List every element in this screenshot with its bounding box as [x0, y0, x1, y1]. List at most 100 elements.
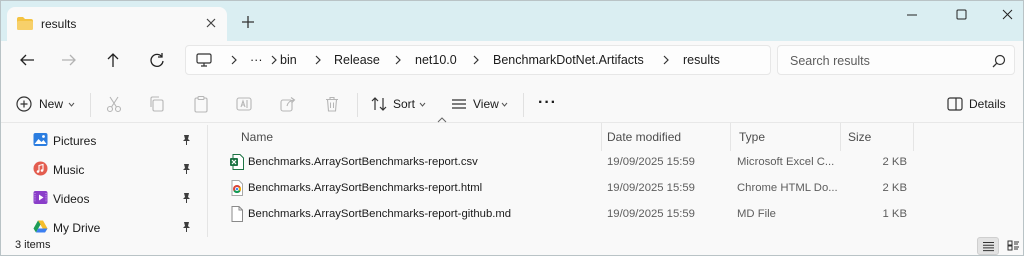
column-label: Name: [241, 130, 274, 144]
column-header-date[interactable]: Date modified: [599, 123, 731, 151]
view-lines-icon[interactable]: [450, 95, 468, 113]
share-icon[interactable]: [279, 95, 297, 113]
file-date: 19/09/2025 15:59: [607, 182, 695, 194]
sidebar-item-music[interactable]: Music: [1, 155, 201, 183]
delete-icon[interactable]: [323, 95, 341, 113]
text-file-icon: [231, 206, 243, 222]
divider: [523, 93, 524, 117]
details-view-icon: [983, 242, 994, 252]
videos-icon: [33, 191, 48, 204]
new-button[interactable]: New: [39, 97, 63, 111]
tab-results[interactable]: results: [7, 7, 227, 41]
file-date: 19/09/2025 15:59: [607, 156, 695, 168]
chevron-down-icon[interactable]: [501, 102, 508, 107]
breadcrumb-item[interactable]: Release: [334, 53, 380, 67]
column-header-type[interactable]: Type: [731, 123, 841, 151]
title-bar: results: [1, 1, 1024, 41]
file-name: Benchmarks.ArraySortBenchmarks-report.cs…: [248, 156, 478, 168]
chevron-down-icon[interactable]: [68, 102, 75, 107]
breadcrumb-item[interactable]: BenchmarkDotNet.Artifacts: [493, 53, 644, 67]
file-list: Name Date modified Type Size Benchmarks.…: [209, 117, 1023, 237]
computer-icon: [196, 53, 212, 67]
google-drive-icon: [33, 220, 48, 233]
sidebar-item-label: Pictures: [53, 134, 97, 148]
refresh-icon[interactable]: [145, 49, 169, 71]
item-count: 3 items: [15, 239, 51, 251]
chevron-right-icon[interactable]: [270, 54, 278, 66]
column-header-name[interactable]: Name: [233, 117, 602, 151]
breadcrumb-item-current[interactable]: results: [683, 53, 720, 67]
back-arrow-icon[interactable]: [15, 49, 39, 71]
address-bar[interactable]: ··· bin Release net10.0 BenchmarkDotNet.…: [185, 45, 771, 75]
new-tab-button[interactable]: [239, 13, 257, 31]
search-icon[interactable]: [992, 54, 1006, 68]
sidebar-item-label: Videos: [53, 192, 90, 206]
sort-icon[interactable]: [370, 95, 388, 113]
file-size: 1 KB: [882, 208, 908, 220]
music-icon: [33, 161, 48, 176]
cut-icon[interactable]: [105, 95, 123, 113]
maximize-button[interactable]: [939, 1, 985, 31]
breadcrumb-item[interactable]: net10.0: [415, 53, 457, 67]
column-label: Date modified: [607, 130, 682, 144]
chevron-right-icon[interactable]: [230, 54, 238, 66]
pictures-icon: [33, 133, 48, 146]
search-box[interactable]: [777, 45, 1015, 75]
chrome-file-icon: [231, 180, 243, 196]
file-name: Benchmarks.ArraySortBenchmarks-report-gi…: [248, 208, 512, 220]
file-size: 2 KB: [882, 156, 908, 168]
divider: [90, 93, 91, 117]
chevron-right-icon[interactable]: [662, 54, 670, 66]
file-row[interactable]: Benchmarks.ArraySortBenchmarks-report.cs…: [209, 150, 1023, 176]
pane-divider[interactable]: [207, 125, 208, 237]
status-bar: 3 items: [1, 237, 1023, 255]
file-row[interactable]: Benchmarks.ArraySortBenchmarks-report-gi…: [209, 202, 1023, 228]
breadcrumb-item[interactable]: bin: [280, 53, 297, 67]
pin-icon[interactable]: [181, 134, 192, 146]
file-name: Benchmarks.ArraySortBenchmarks-report.ht…: [248, 182, 483, 194]
pin-icon[interactable]: [181, 163, 192, 175]
pin-icon[interactable]: [181, 192, 192, 204]
paste-icon[interactable]: [192, 95, 210, 113]
copy-icon[interactable]: [148, 95, 166, 113]
command-bar: New Sort View ··· Details: [1, 85, 1023, 123]
pin-icon[interactable]: [181, 221, 192, 233]
chevron-right-icon[interactable]: [472, 54, 480, 66]
search-input[interactable]: [790, 52, 980, 70]
file-size: 2 KB: [882, 182, 908, 194]
minimize-button[interactable]: [889, 1, 935, 31]
column-header-size[interactable]: Size: [840, 123, 914, 151]
file-type: Chrome HTML Do...: [737, 182, 838, 194]
tab-title: results: [41, 17, 77, 31]
file-type: MD File: [737, 208, 776, 220]
breadcrumb-overflow[interactable]: ···: [250, 53, 263, 67]
sidebar-item-pictures[interactable]: Pictures: [1, 126, 201, 154]
view-button[interactable]: View: [473, 97, 499, 111]
divider: [357, 93, 358, 117]
file-explorer-window: results ··· bin Release net10.0 Benchmar…: [0, 0, 1024, 256]
more-options-button[interactable]: ···: [538, 94, 557, 112]
column-label: Type: [739, 130, 766, 144]
rename-icon[interactable]: [235, 95, 253, 113]
navigation-pane: Pictures Music Videos My Drive: [1, 125, 206, 237]
sort-ascending-icon: [437, 117, 447, 123]
new-plus-icon[interactable]: [15, 95, 33, 113]
tiles-view-icon: [1007, 240, 1019, 251]
details-button[interactable]: Details: [969, 97, 1006, 111]
close-tab-icon[interactable]: [203, 15, 219, 31]
close-window-button[interactable]: [985, 1, 1024, 31]
chevron-down-icon[interactable]: [419, 102, 426, 107]
chevron-right-icon[interactable]: [314, 54, 322, 66]
forward-arrow-icon[interactable]: [57, 49, 81, 71]
sort-button[interactable]: Sort: [393, 97, 415, 111]
sidebar-item-label: Music: [53, 163, 85, 177]
up-arrow-icon[interactable]: [101, 49, 125, 71]
sidebar-item-label: My Drive: [53, 221, 101, 235]
sidebar-item-videos[interactable]: Videos: [1, 184, 201, 212]
chevron-right-icon[interactable]: [394, 54, 402, 66]
details-pane-icon[interactable]: [946, 95, 964, 113]
file-row[interactable]: Benchmarks.ArraySortBenchmarks-report.ht…: [209, 176, 1023, 202]
folder-icon: [17, 17, 33, 30]
details-view-button[interactable]: [977, 237, 999, 255]
tiles-view-button[interactable]: [1003, 237, 1023, 255]
